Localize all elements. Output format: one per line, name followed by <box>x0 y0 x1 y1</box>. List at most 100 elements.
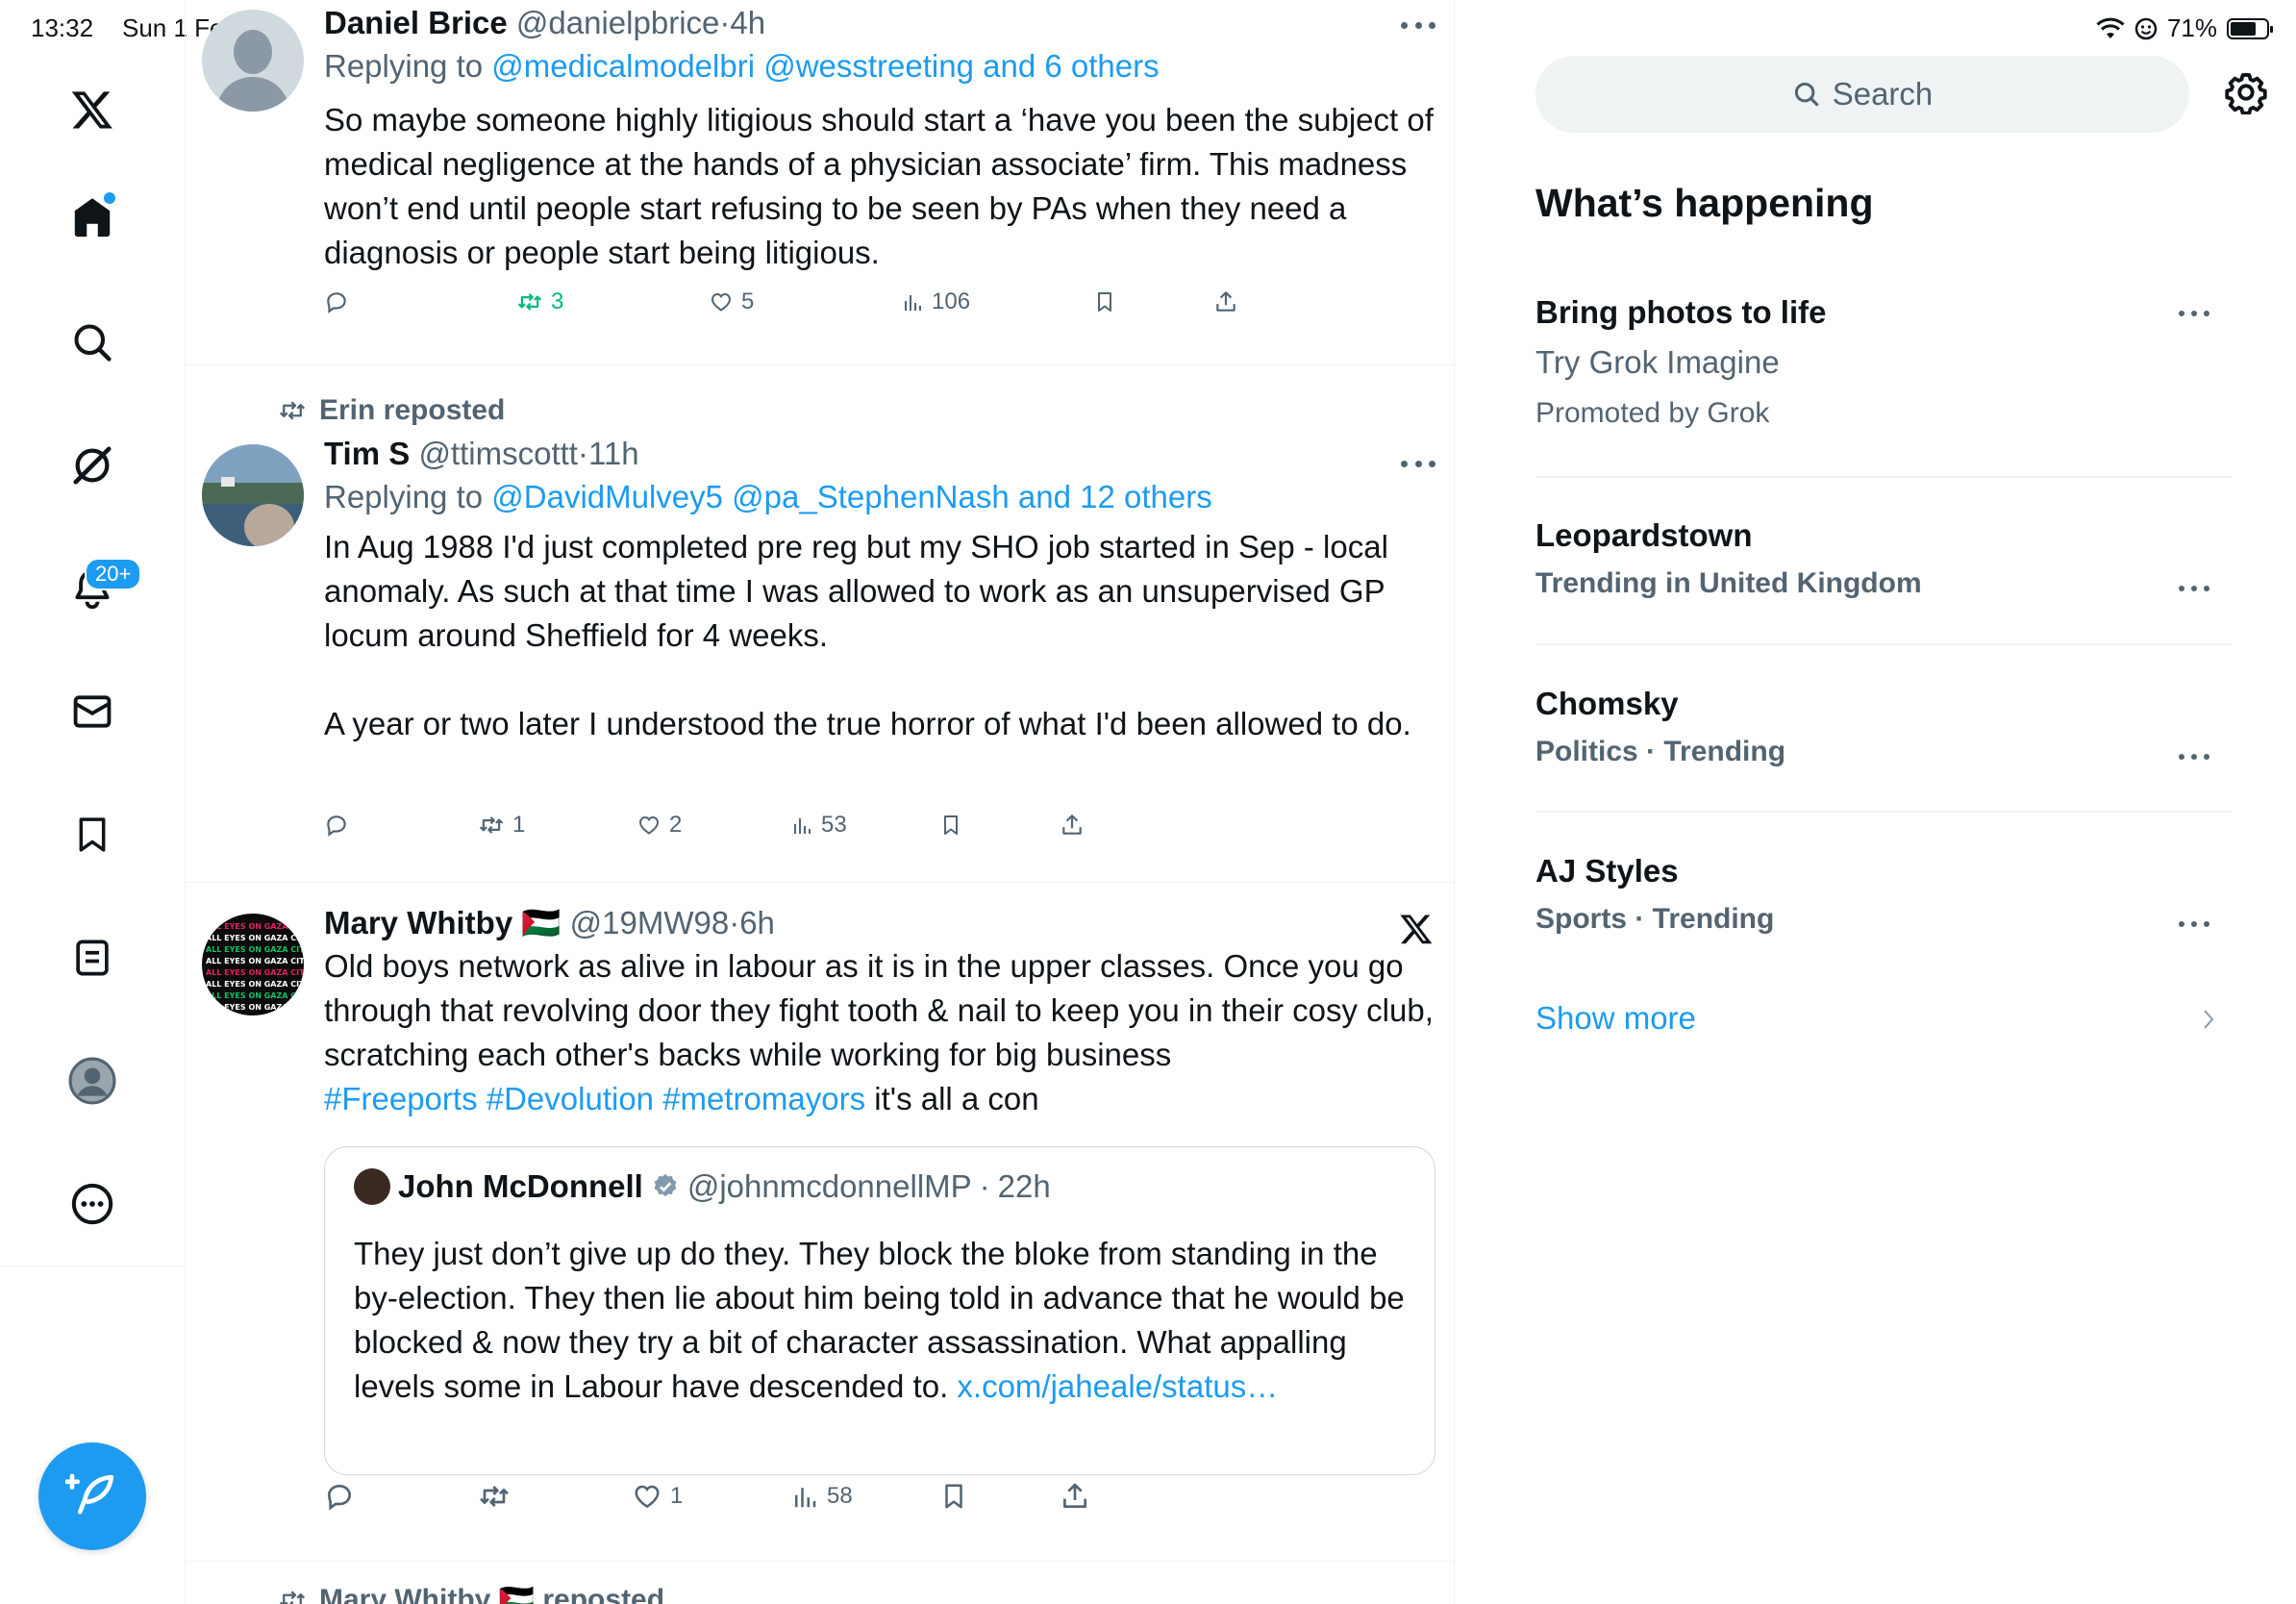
repost-icon <box>279 401 306 420</box>
quote-author-name: John McDonnell <box>398 1168 643 1204</box>
post-more-icon[interactable] <box>1401 458 1435 469</box>
trend-divider <box>1535 811 2232 813</box>
trend-item[interactable]: AJ Styles Sports · Trending <box>1535 850 2232 946</box>
repost-context[interactable]: Erin reposted <box>277 394 505 427</box>
bookmark-button[interactable] <box>1093 289 1116 314</box>
trend-item[interactable]: Leopardstown Trending in United Kingdom <box>1535 514 2232 611</box>
replying-links[interactable]: @DavidMulvey5 @pa_StephenNash and 12 oth… <box>491 479 1211 514</box>
heart-icon <box>635 1485 660 1509</box>
trend-more-icon[interactable] <box>2179 919 2209 929</box>
share-icon <box>1062 815 1082 835</box>
bookmark-button[interactable] <box>939 813 962 838</box>
repost-button[interactable]: 3 <box>516 288 563 315</box>
trend-more-icon[interactable] <box>2179 584 2209 593</box>
post-more-icon[interactable] <box>1401 19 1435 31</box>
separator-dot: · <box>729 905 740 940</box>
post-text: Old boys network as alive in labour as i… <box>324 944 1435 1121</box>
trend-title: Chomsky <box>1535 686 1679 721</box>
sidebar-item-messages[interactable] <box>63 683 121 740</box>
author-name[interactable]: Tim S <box>324 436 410 471</box>
trend-subtitle: Sports · Trending <box>1535 903 1775 935</box>
post-header: Mary Whitby 🇵🇸 @19MW98·6h <box>324 902 1435 944</box>
author-handle[interactable]: @danielpbrice <box>516 5 719 40</box>
replying-prefix: Replying to <box>324 479 492 514</box>
settings-gear-icon[interactable] <box>2224 70 2268 114</box>
repost-button[interactable]: 1 <box>478 812 525 839</box>
trend-divider <box>1535 476 2232 478</box>
like-button[interactable]: 2 <box>636 812 682 839</box>
search-icon <box>71 321 113 363</box>
share-button[interactable] <box>1060 1481 1090 1512</box>
quoted-post[interactable]: John McDonnell @johnmcdonnellMP · 22h They… <box>324 1146 1435 1475</box>
author-handle[interactable]: @ttimscottt <box>418 436 578 471</box>
reply-icon <box>327 815 346 837</box>
post-daniel-brice[interactable]: Daniel Brice @danielpbrice·4h Replying t… <box>186 0 1454 365</box>
sidebar-item-lists[interactable] <box>63 929 121 987</box>
notifications-badge: 20+ <box>85 558 142 590</box>
share-icon <box>1063 1483 1086 1508</box>
bookmark-icon <box>73 814 112 856</box>
reply-icon <box>327 1484 352 1511</box>
search-placeholder: Search <box>1832 76 1934 112</box>
author-handle[interactable]: @19MW98 <box>570 905 730 940</box>
avatar[interactable]: ALL EYES ON GAZA CITY ALL EYES ON GAZA C… <box>202 914 304 1015</box>
repost-context[interactable]: Mary Whitby 🇵🇸 reposted <box>277 1583 664 1604</box>
avatar[interactable] <box>202 444 304 546</box>
author-name[interactable]: Mary Whitby <box>324 905 512 940</box>
trend-promoted: Promoted by Grok <box>1535 397 1770 429</box>
quote-time: 22h <box>997 1168 1051 1204</box>
reposted-by: Mary Whitby 🇵🇸 reposted <box>319 1584 665 1604</box>
views-button[interactable]: 53 <box>790 812 847 839</box>
heart-icon <box>638 815 660 835</box>
views-button[interactable]: 106 <box>901 288 970 315</box>
sidebar-item-grok[interactable] <box>63 437 121 494</box>
compose-post-button[interactable] <box>38 1442 146 1550</box>
post-mary-whitby[interactable]: ALL EYES ON GAZA CITY ALL EYES ON GAZA C… <box>186 883 1454 1562</box>
show-more-link[interactable]: Show more <box>1535 1000 1696 1037</box>
sidebar-item-explore[interactable] <box>63 313 121 371</box>
author-name[interactable]: Daniel Brice <box>324 5 508 40</box>
share-button[interactable] <box>1060 813 1085 838</box>
home-timeline: Daniel Brice @danielpbrice · 4h Replying t… <box>186 0 1455 1604</box>
trend-more-icon[interactable] <box>2179 752 2209 762</box>
sidebar-item-profile[interactable] <box>63 1052 121 1110</box>
sidebar-nav: 20+ <box>0 0 186 1604</box>
repost-button[interactable] <box>478 1481 511 1512</box>
x-logo-icon[interactable] <box>63 81 121 138</box>
trend-item[interactable]: Chomsky Politics · Trending <box>1535 683 2232 779</box>
like-button[interactable]: 1 <box>632 1482 683 1511</box>
post-tim-s[interactable]: Erin reposted Tim S @ttimscottt·11h Repl… <box>186 365 1454 883</box>
post-time[interactable]: 11h <box>588 436 639 471</box>
trend-title: Bring photos to life <box>1535 294 1827 330</box>
sidebar-item-more[interactable] <box>63 1175 121 1233</box>
post-time[interactable]: 4h <box>730 5 765 40</box>
like-button[interactable]: 5 <box>709 288 754 315</box>
bookmark-icon <box>945 1484 962 1509</box>
post-time[interactable]: 6h <box>739 905 775 940</box>
grok-icon <box>70 443 114 488</box>
reply-button[interactable] <box>324 813 349 838</box>
post-partial[interactable]: Mary Whitby 🇵🇸 reposted <box>186 1562 1454 1604</box>
search-icon <box>1794 82 1818 107</box>
sidebar-item-home[interactable] <box>63 188 121 246</box>
post-hashtags[interactable]: #Freeports #Devolution #metromayors <box>324 1081 865 1116</box>
chevron-right-icon[interactable] <box>2202 1008 2215 1031</box>
quote-link[interactable]: x.com/jaheale/status… <box>957 1368 1278 1404</box>
replying-links[interactable]: @medicalmodelbri @wesstreeting and 6 oth… <box>491 48 1159 84</box>
search-input[interactable]: Search <box>1535 56 2189 133</box>
bookmark-button[interactable] <box>939 1481 968 1512</box>
svg-text:ALL EYES ON GAZA CITY: ALL EYES ON GAZA CITY <box>206 968 304 977</box>
trend-item[interactable]: Bring photos to life Try Grok Imagine Pr… <box>1535 290 2232 437</box>
avatar[interactable] <box>202 10 304 112</box>
view-count: 106 <box>932 288 971 314</box>
reply-button[interactable] <box>324 289 349 314</box>
flag-emoji: 🇵🇸 <box>521 905 562 940</box>
reply-button[interactable] <box>324 1481 355 1512</box>
views-button[interactable]: 58 <box>790 1482 853 1511</box>
sidebar-item-bookmarks[interactable] <box>63 806 121 864</box>
trend-more-icon[interactable] <box>2179 309 2209 318</box>
trend-subtitle: Trending in United Kingdom <box>1535 567 1922 599</box>
post-text-tail: it's all a con <box>865 1081 1039 1116</box>
reply-icon <box>327 292 346 313</box>
share-button[interactable] <box>1213 289 1238 314</box>
